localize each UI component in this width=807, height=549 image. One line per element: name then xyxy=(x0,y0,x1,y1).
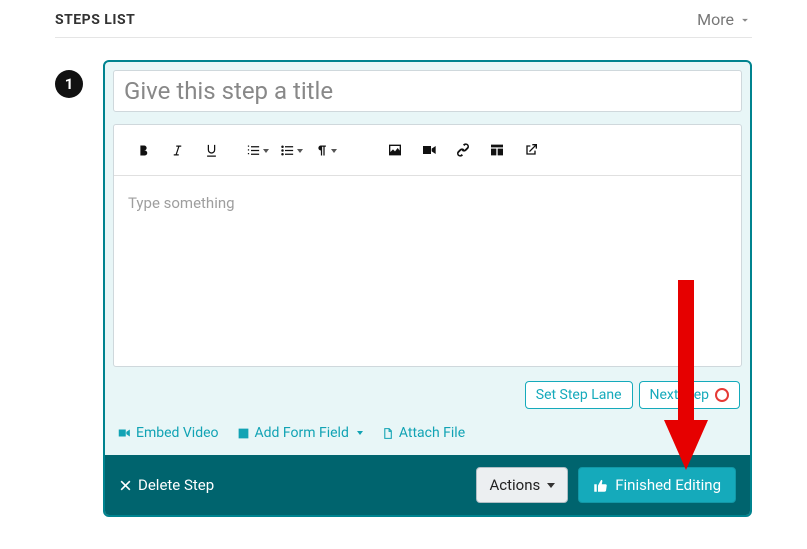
set-step-lane-button[interactable]: Set Step Lane xyxy=(525,381,633,409)
finished-editing-button[interactable]: Finished Editing xyxy=(578,467,736,503)
delete-step-button[interactable]: Delete Step xyxy=(119,476,214,494)
external-link-icon xyxy=(523,142,539,158)
add-form-field-label: Add Form Field xyxy=(255,425,349,441)
video-icon xyxy=(117,426,131,440)
chevron-down-icon xyxy=(738,13,752,27)
rich-editor: Type something xyxy=(113,124,742,367)
insert-video-button[interactable] xyxy=(412,135,446,165)
editor-toolbar xyxy=(114,125,741,176)
unordered-list-button[interactable] xyxy=(270,135,304,165)
close-icon xyxy=(119,479,132,492)
link-icon xyxy=(455,142,471,158)
step-card: Type something Set Step Lane Next step E… xyxy=(103,60,752,517)
editor-placeholder: Type something xyxy=(128,194,235,212)
circle-icon xyxy=(715,388,729,402)
open-external-button[interactable] xyxy=(514,135,548,165)
embed-video-link[interactable]: Embed Video xyxy=(117,425,219,441)
bold-button[interactable] xyxy=(126,135,160,165)
unordered-list-icon xyxy=(280,143,295,158)
italic-button[interactable] xyxy=(160,135,194,165)
underline-icon xyxy=(204,143,219,158)
attach-file-link[interactable]: Attach File xyxy=(381,425,465,441)
ordered-list-icon xyxy=(246,143,261,158)
step-number-badge: 1 xyxy=(55,70,83,98)
next-step-button[interactable]: Next step xyxy=(639,381,741,409)
table-icon xyxy=(489,142,505,158)
italic-icon xyxy=(170,143,185,158)
set-step-lane-label: Set Step Lane xyxy=(536,387,622,403)
ordered-list-button[interactable] xyxy=(236,135,270,165)
insert-image-button[interactable] xyxy=(378,135,412,165)
insert-link-button[interactable] xyxy=(446,135,480,165)
underline-button[interactable] xyxy=(194,135,228,165)
attach-file-label: Attach File xyxy=(399,425,465,441)
more-label: More xyxy=(697,10,734,29)
finished-editing-label: Finished Editing xyxy=(615,476,721,494)
card-footer: Delete Step Actions Finished Editing xyxy=(105,455,750,515)
delete-step-label: Delete Step xyxy=(138,476,214,494)
steps-list-title: STEPS LIST xyxy=(55,12,135,28)
step-title-input[interactable] xyxy=(113,70,742,112)
form-field-icon xyxy=(237,427,250,440)
video-icon xyxy=(421,142,437,158)
bold-icon xyxy=(136,143,151,158)
editor-body[interactable]: Type something xyxy=(114,176,741,366)
insert-table-button[interactable] xyxy=(480,135,514,165)
file-icon xyxy=(381,427,394,440)
paragraph-icon xyxy=(314,143,329,158)
image-icon xyxy=(387,142,403,158)
steps-header: STEPS LIST More xyxy=(55,0,752,38)
more-menu[interactable]: More xyxy=(697,10,752,29)
paragraph-format-button[interactable] xyxy=(304,135,338,165)
add-form-field-link[interactable]: Add Form Field xyxy=(237,425,363,441)
embed-video-label: Embed Video xyxy=(136,425,219,441)
next-step-label: Next step xyxy=(650,387,710,403)
actions-label: Actions xyxy=(489,476,540,494)
thumbs-up-icon xyxy=(593,478,608,493)
actions-button[interactable]: Actions xyxy=(476,467,568,503)
